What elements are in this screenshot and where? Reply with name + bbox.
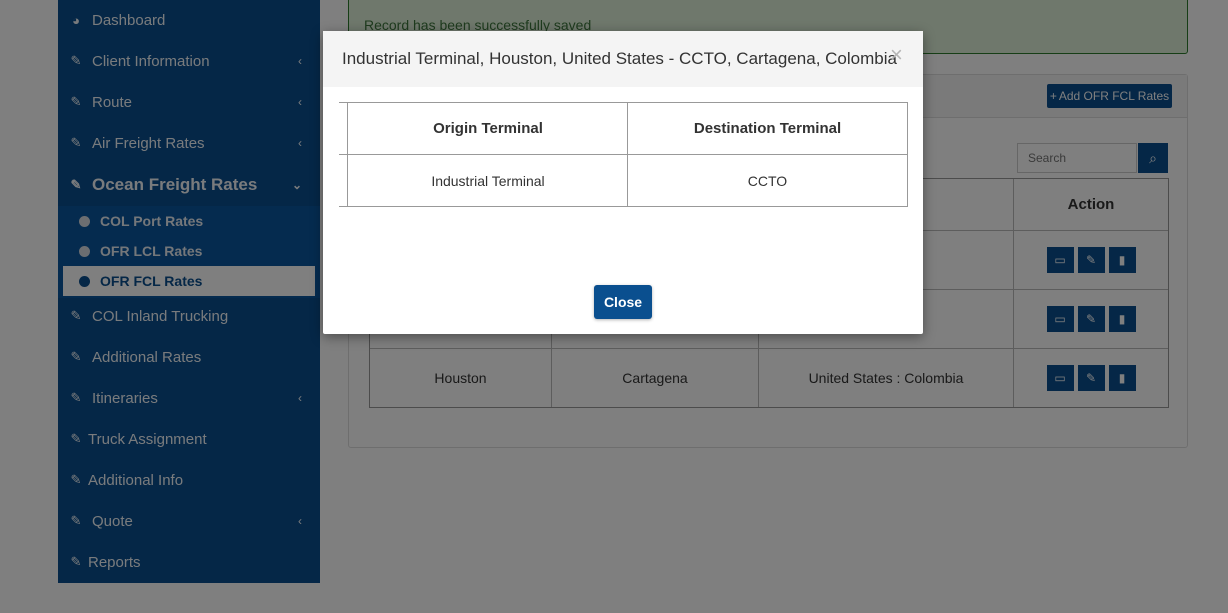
header-destination-terminal: Destination Terminal <box>627 103 907 154</box>
cell-origin-terminal: Industrial Terminal <box>347 155 628 207</box>
terminal-table: Origin Terminal Destination Terminal Ind… <box>339 102 908 207</box>
modal-header: Industrial Terminal, Houston, United Sta… <box>323 31 923 87</box>
header-origin-terminal: Origin Terminal <box>347 103 628 154</box>
cell-destination-terminal: CCTO <box>627 155 907 207</box>
terminal-modal: Industrial Terminal, Houston, United Sta… <box>323 31 923 334</box>
close-icon[interactable]: × <box>890 42 903 68</box>
modal-title: Industrial Terminal, Houston, United Sta… <box>342 49 897 68</box>
close-button[interactable]: Close <box>594 285 652 319</box>
